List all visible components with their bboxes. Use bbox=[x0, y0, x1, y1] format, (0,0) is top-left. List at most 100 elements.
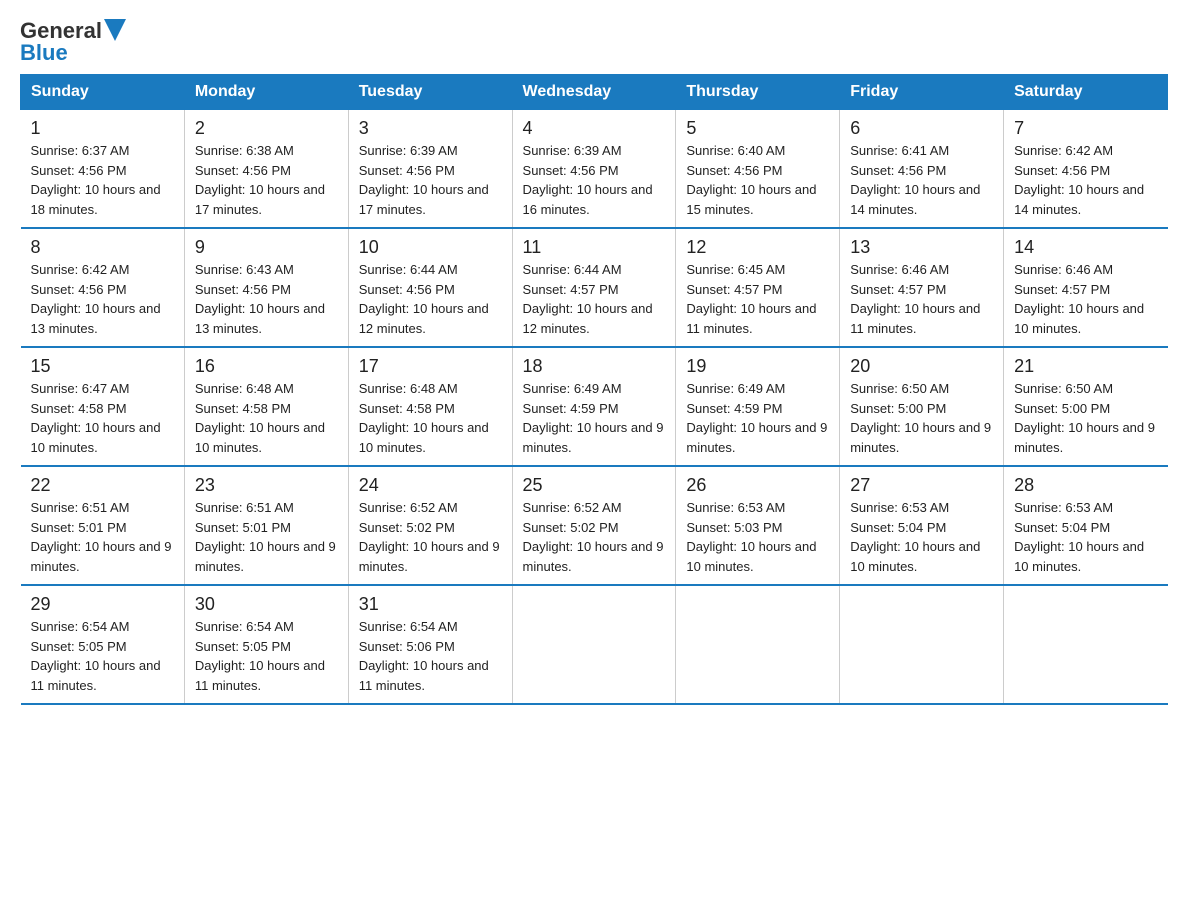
day-header-monday: Monday bbox=[184, 75, 348, 110]
calendar-cell: 15 Sunrise: 6:47 AM Sunset: 4:58 PM Dayl… bbox=[21, 347, 185, 466]
day-number: 8 bbox=[31, 237, 174, 258]
day-number: 18 bbox=[523, 356, 666, 377]
day-info: Sunrise: 6:43 AM Sunset: 4:56 PM Dayligh… bbox=[195, 260, 338, 338]
day-info: Sunrise: 6:54 AM Sunset: 5:05 PM Dayligh… bbox=[195, 617, 338, 695]
day-number: 1 bbox=[31, 118, 174, 139]
day-info: Sunrise: 6:49 AM Sunset: 4:59 PM Dayligh… bbox=[686, 379, 829, 457]
calendar-cell: 19 Sunrise: 6:49 AM Sunset: 4:59 PM Dayl… bbox=[676, 347, 840, 466]
day-number: 12 bbox=[686, 237, 829, 258]
day-info: Sunrise: 6:47 AM Sunset: 4:58 PM Dayligh… bbox=[31, 379, 174, 457]
logo-blue: Blue bbox=[20, 42, 68, 64]
day-info: Sunrise: 6:48 AM Sunset: 4:58 PM Dayligh… bbox=[195, 379, 338, 457]
calendar-cell: 11 Sunrise: 6:44 AM Sunset: 4:57 PM Dayl… bbox=[512, 228, 676, 347]
day-info: Sunrise: 6:53 AM Sunset: 5:03 PM Dayligh… bbox=[686, 498, 829, 576]
calendar-cell: 27 Sunrise: 6:53 AM Sunset: 5:04 PM Dayl… bbox=[840, 466, 1004, 585]
day-info: Sunrise: 6:39 AM Sunset: 4:56 PM Dayligh… bbox=[523, 141, 666, 219]
day-number: 13 bbox=[850, 237, 993, 258]
day-info: Sunrise: 6:50 AM Sunset: 5:00 PM Dayligh… bbox=[1014, 379, 1157, 457]
day-info: Sunrise: 6:44 AM Sunset: 4:56 PM Dayligh… bbox=[359, 260, 502, 338]
calendar-cell: 13 Sunrise: 6:46 AM Sunset: 4:57 PM Dayl… bbox=[840, 228, 1004, 347]
calendar-cell: 5 Sunrise: 6:40 AM Sunset: 4:56 PM Dayli… bbox=[676, 110, 840, 229]
day-number: 14 bbox=[1014, 237, 1157, 258]
day-info: Sunrise: 6:39 AM Sunset: 4:56 PM Dayligh… bbox=[359, 141, 502, 219]
day-info: Sunrise: 6:37 AM Sunset: 4:56 PM Dayligh… bbox=[31, 141, 174, 219]
calendar-cell: 17 Sunrise: 6:48 AM Sunset: 4:58 PM Dayl… bbox=[348, 347, 512, 466]
logo-triangle-icon bbox=[104, 19, 126, 41]
day-info: Sunrise: 6:48 AM Sunset: 4:58 PM Dayligh… bbox=[359, 379, 502, 457]
day-info: Sunrise: 6:52 AM Sunset: 5:02 PM Dayligh… bbox=[523, 498, 666, 576]
calendar-cell: 14 Sunrise: 6:46 AM Sunset: 4:57 PM Dayl… bbox=[1004, 228, 1168, 347]
day-number: 10 bbox=[359, 237, 502, 258]
calendar-table: SundayMondayTuesdayWednesdayThursdayFrid… bbox=[20, 74, 1168, 705]
day-info: Sunrise: 6:38 AM Sunset: 4:56 PM Dayligh… bbox=[195, 141, 338, 219]
calendar-cell: 21 Sunrise: 6:50 AM Sunset: 5:00 PM Dayl… bbox=[1004, 347, 1168, 466]
day-number: 19 bbox=[686, 356, 829, 377]
calendar-cell: 9 Sunrise: 6:43 AM Sunset: 4:56 PM Dayli… bbox=[184, 228, 348, 347]
calendar-cell bbox=[1004, 585, 1168, 704]
calendar-cell: 30 Sunrise: 6:54 AM Sunset: 5:05 PM Dayl… bbox=[184, 585, 348, 704]
calendar-cell: 6 Sunrise: 6:41 AM Sunset: 4:56 PM Dayli… bbox=[840, 110, 1004, 229]
day-info: Sunrise: 6:44 AM Sunset: 4:57 PM Dayligh… bbox=[523, 260, 666, 338]
day-header-sunday: Sunday bbox=[21, 75, 185, 110]
calendar-cell bbox=[840, 585, 1004, 704]
day-number: 28 bbox=[1014, 475, 1157, 496]
day-info: Sunrise: 6:50 AM Sunset: 5:00 PM Dayligh… bbox=[850, 379, 993, 457]
day-info: Sunrise: 6:54 AM Sunset: 5:06 PM Dayligh… bbox=[359, 617, 502, 695]
day-number: 3 bbox=[359, 118, 502, 139]
day-number: 29 bbox=[31, 594, 174, 615]
day-number: 6 bbox=[850, 118, 993, 139]
day-number: 25 bbox=[523, 475, 666, 496]
calendar-cell: 3 Sunrise: 6:39 AM Sunset: 4:56 PM Dayli… bbox=[348, 110, 512, 229]
day-number: 7 bbox=[1014, 118, 1157, 139]
calendar-week-4: 22 Sunrise: 6:51 AM Sunset: 5:01 PM Dayl… bbox=[21, 466, 1168, 585]
day-number: 16 bbox=[195, 356, 338, 377]
calendar-cell: 12 Sunrise: 6:45 AM Sunset: 4:57 PM Dayl… bbox=[676, 228, 840, 347]
calendar-week-1: 1 Sunrise: 6:37 AM Sunset: 4:56 PM Dayli… bbox=[21, 110, 1168, 229]
calendar-cell: 2 Sunrise: 6:38 AM Sunset: 4:56 PM Dayli… bbox=[184, 110, 348, 229]
logo: General Blue bbox=[20, 20, 126, 64]
day-number: 21 bbox=[1014, 356, 1157, 377]
day-number: 27 bbox=[850, 475, 993, 496]
day-number: 2 bbox=[195, 118, 338, 139]
day-number: 22 bbox=[31, 475, 174, 496]
calendar-cell bbox=[676, 585, 840, 704]
calendar-cell: 4 Sunrise: 6:39 AM Sunset: 4:56 PM Dayli… bbox=[512, 110, 676, 229]
day-info: Sunrise: 6:49 AM Sunset: 4:59 PM Dayligh… bbox=[523, 379, 666, 457]
calendar-cell: 29 Sunrise: 6:54 AM Sunset: 5:05 PM Dayl… bbox=[21, 585, 185, 704]
day-number: 30 bbox=[195, 594, 338, 615]
day-info: Sunrise: 6:53 AM Sunset: 5:04 PM Dayligh… bbox=[1014, 498, 1157, 576]
day-header-wednesday: Wednesday bbox=[512, 75, 676, 110]
day-info: Sunrise: 6:51 AM Sunset: 5:01 PM Dayligh… bbox=[195, 498, 338, 576]
day-number: 31 bbox=[359, 594, 502, 615]
calendar-cell: 23 Sunrise: 6:51 AM Sunset: 5:01 PM Dayl… bbox=[184, 466, 348, 585]
day-info: Sunrise: 6:42 AM Sunset: 4:56 PM Dayligh… bbox=[1014, 141, 1157, 219]
calendar-cell: 31 Sunrise: 6:54 AM Sunset: 5:06 PM Dayl… bbox=[348, 585, 512, 704]
day-info: Sunrise: 6:51 AM Sunset: 5:01 PM Dayligh… bbox=[31, 498, 174, 576]
calendar-cell: 1 Sunrise: 6:37 AM Sunset: 4:56 PM Dayli… bbox=[21, 110, 185, 229]
day-number: 26 bbox=[686, 475, 829, 496]
calendar-cell: 8 Sunrise: 6:42 AM Sunset: 4:56 PM Dayli… bbox=[21, 228, 185, 347]
calendar-cell: 22 Sunrise: 6:51 AM Sunset: 5:01 PM Dayl… bbox=[21, 466, 185, 585]
page-header: General Blue bbox=[20, 20, 1168, 64]
day-number: 20 bbox=[850, 356, 993, 377]
day-header-saturday: Saturday bbox=[1004, 75, 1168, 110]
calendar-week-5: 29 Sunrise: 6:54 AM Sunset: 5:05 PM Dayl… bbox=[21, 585, 1168, 704]
day-info: Sunrise: 6:42 AM Sunset: 4:56 PM Dayligh… bbox=[31, 260, 174, 338]
calendar-cell: 20 Sunrise: 6:50 AM Sunset: 5:00 PM Dayl… bbox=[840, 347, 1004, 466]
day-info: Sunrise: 6:54 AM Sunset: 5:05 PM Dayligh… bbox=[31, 617, 174, 695]
day-header-tuesday: Tuesday bbox=[348, 75, 512, 110]
day-info: Sunrise: 6:45 AM Sunset: 4:57 PM Dayligh… bbox=[686, 260, 829, 338]
logo-general: General bbox=[20, 20, 102, 42]
calendar-cell: 26 Sunrise: 6:53 AM Sunset: 5:03 PM Dayl… bbox=[676, 466, 840, 585]
calendar-cell: 28 Sunrise: 6:53 AM Sunset: 5:04 PM Dayl… bbox=[1004, 466, 1168, 585]
day-number: 9 bbox=[195, 237, 338, 258]
calendar-week-3: 15 Sunrise: 6:47 AM Sunset: 4:58 PM Dayl… bbox=[21, 347, 1168, 466]
day-number: 24 bbox=[359, 475, 502, 496]
day-number: 5 bbox=[686, 118, 829, 139]
day-info: Sunrise: 6:41 AM Sunset: 4:56 PM Dayligh… bbox=[850, 141, 993, 219]
calendar-cell: 10 Sunrise: 6:44 AM Sunset: 4:56 PM Dayl… bbox=[348, 228, 512, 347]
day-info: Sunrise: 6:40 AM Sunset: 4:56 PM Dayligh… bbox=[686, 141, 829, 219]
day-header-friday: Friday bbox=[840, 75, 1004, 110]
day-number: 11 bbox=[523, 237, 666, 258]
calendar-cell: 7 Sunrise: 6:42 AM Sunset: 4:56 PM Dayli… bbox=[1004, 110, 1168, 229]
